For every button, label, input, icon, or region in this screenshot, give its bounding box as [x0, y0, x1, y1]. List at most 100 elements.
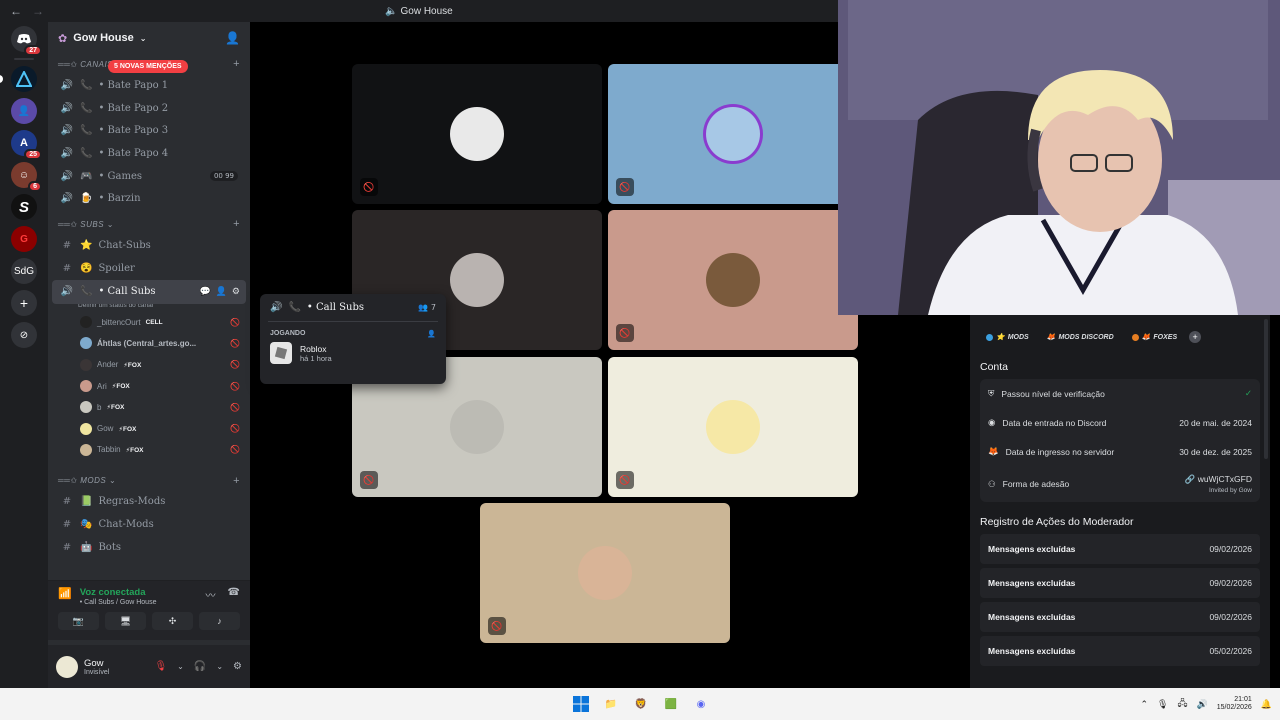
back-arrow-icon[interactable]: ← — [10, 4, 22, 18]
voice-channel-3[interactable]: 🔊 📞 • Bate Papo 3 — [48, 119, 250, 142]
voice-channel-barzin[interactable]: 🔊 🍺 • Barzin — [48, 187, 250, 210]
participant-tile[interactable]: 🚫 — [608, 210, 858, 350]
role-tag[interactable]: 🦊 MODS DISCORD — [1041, 331, 1120, 343]
microphone-icon[interactable]: 🎙 — [1157, 699, 1168, 710]
server-icon-4[interactable]: ☺ 6 — [11, 162, 42, 192]
channel-label: • Games — [98, 170, 143, 182]
voice-channel-games[interactable]: 🔊 🎮 • Games 00 99 — [48, 165, 250, 188]
gear-icon[interactable]: ⚙ — [233, 661, 242, 672]
brave-browser-button[interactable]: 🦁 — [631, 694, 651, 714]
chat-icon[interactable]: 💬 — [199, 287, 210, 297]
file-explorer-button[interactable]: 📁 — [601, 694, 621, 714]
chevron-down-icon[interactable]: ⌄ — [177, 662, 184, 671]
camera-button[interactable]: 📷 — [58, 612, 99, 630]
voice-channel-1[interactable]: 🔊 📞 • Bate Papo 1 — [48, 74, 250, 97]
server-icon-1[interactable] — [0, 66, 37, 92]
mod-log-row[interactable]: Mensagens excluídas 05/02/2026 — [980, 636, 1260, 666]
voice-user[interactable]: Áhtlas (Central_artes.go... 🚫 — [48, 333, 250, 354]
chevron-down-icon[interactable]: ⌄ — [216, 662, 223, 671]
add-channel-icon[interactable]: + — [233, 475, 240, 487]
text-channel-chat-mods[interactable]: # 🎭 Chat-Mods — [48, 513, 250, 536]
compass-icon: ⊘ — [19, 329, 29, 341]
voice-user[interactable]: Ander ⚡FOX 🚫 — [48, 354, 250, 375]
server-icon-2[interactable]: 👤 — [11, 98, 37, 124]
disconnect-icon[interactable]: ☎ — [228, 587, 240, 602]
mod-log-row[interactable]: Mensagens excluídas 09/02/2026 — [980, 602, 1260, 632]
voice-channel-4[interactable]: 🔊 📞 • Bate Papo 4 — [48, 142, 250, 165]
signal-icon[interactable]: 📶 — [58, 587, 72, 600]
phone-icon: 📞 — [80, 102, 93, 114]
voice-user[interactable]: b ⚡FOX 🚫 — [48, 397, 250, 418]
server-icon-5[interactable]: S — [11, 194, 37, 220]
row-label: Data de entrada no Discord — [1002, 417, 1107, 428]
server-icon-sdg[interactable]: SdG — [11, 258, 37, 284]
voice-status[interactable]: Voz conectada — [80, 587, 157, 598]
windows-start-button[interactable] — [571, 694, 591, 714]
add-server-button[interactable]: + — [11, 290, 37, 316]
text-channel-bots[interactable]: # 🤖 Bots — [48, 536, 250, 559]
guild-header[interactable]: ✿ Gow House ⌄ 👤 — [48, 22, 250, 54]
home-button[interactable]: 27 — [11, 26, 42, 56]
camera-off-icon: 📷 — [72, 615, 85, 626]
row-label: Passou nível de verificação — [1001, 388, 1105, 399]
add-member-icon[interactable]: 👤 — [225, 31, 240, 45]
explore-button[interactable]: ⊘ — [11, 322, 37, 348]
server-icon-3[interactable]: A 25 — [11, 130, 42, 160]
participant-tile[interactable]: 🚫 — [608, 357, 858, 497]
role-tag[interactable]: ⭐ MODS — [980, 331, 1035, 343]
speaker-icon: 🔊 — [270, 302, 283, 313]
game-duration: há 1 hora — [300, 353, 332, 363]
category-mods[interactable]: ══✩ MODS ⌄ + — [48, 471, 250, 491]
headphones-icon[interactable]: 🎧 — [194, 661, 206, 672]
avatar — [706, 253, 760, 307]
server-icon-6[interactable]: G — [11, 226, 37, 252]
new-mentions-pill[interactable]: 5 NOVAS MENÇÕES — [108, 60, 188, 73]
role-tag[interactable]: 🦊 FOXES — [1126, 331, 1183, 343]
add-channel-icon[interactable]: + — [233, 58, 240, 70]
voice-user[interactable]: _bittencOurt CELL 🚫 — [48, 312, 250, 333]
voice-user-list: _bittencOurt CELL 🚫 Áhtlas (Central_artes.… — [48, 312, 250, 461]
gear-icon[interactable]: ⚙ — [232, 287, 240, 297]
activities-button[interactable]: ✣ — [152, 612, 193, 630]
taskbar: 📁 🦁 🟩 ◉ ⌃ 🎙 🖧 🔊 21:01 15/02/2026 🔔 — [0, 688, 1280, 720]
network-icon[interactable]: 🖧 — [1177, 696, 1187, 712]
mod-log-row[interactable]: Mensagens excluídas 09/02/2026 — [980, 534, 1260, 564]
mod-log-row[interactable]: Mensagens excluídas 09/02/2026 — [980, 568, 1260, 598]
soundboard-button[interactable]: ♪ — [199, 612, 240, 630]
phone-icon: 📞 — [80, 125, 93, 137]
volume-icon[interactable]: 🔊 — [1197, 699, 1208, 710]
add-role-button[interactable]: + — [1189, 331, 1202, 343]
noise-suppression-icon[interactable]: 〰 — [206, 587, 216, 602]
minecraft-button[interactable]: 🟩 — [661, 694, 681, 714]
clock[interactable]: 21:01 15/02/2026 — [1217, 696, 1252, 713]
activity-item[interactable]: Roblox há 1 hora — [260, 342, 446, 364]
forward-arrow-icon[interactable]: → — [32, 4, 44, 18]
chevron-up-icon[interactable]: ⌃ — [1140, 699, 1148, 710]
hashtag-icon: # — [62, 519, 72, 531]
invite-code[interactable]: wuWjCTxGFD — [1198, 474, 1252, 484]
participant-tile[interactable]: 🚫 — [608, 64, 858, 204]
add-channel-icon[interactable]: + — [233, 218, 240, 230]
voice-user[interactable]: Ari ⚡FOX 🚫 — [48, 375, 250, 396]
scrollbar[interactable] — [1264, 319, 1268, 459]
voice-location[interactable]: • Call Subs / Gow House — [80, 599, 157, 606]
avatar — [80, 358, 92, 371]
voice-user[interactable]: Tabbin ⚡FOX 🚫 — [48, 439, 250, 460]
discord-taskbar-button[interactable]: ◉ — [691, 694, 711, 714]
participant-tile[interactable]: 🚫 — [352, 64, 602, 204]
text-channel-chat-subs[interactable]: # ⭐ Chat-Subs — [48, 234, 250, 257]
category-subs[interactable]: ══✩ SUBS ⌄ + — [48, 214, 250, 234]
text-channel-spoiler[interactable]: # 😵 Spoiler — [48, 257, 250, 280]
mic-muted-icon[interactable]: 🎙 — [154, 661, 167, 672]
screen-share-button[interactable]: 🖥 — [105, 612, 146, 630]
account-section-title: Conta — [980, 361, 1009, 373]
voice-channel-call-subs[interactable]: 🔊 📞 • Call Subs 💬 👤 ⚙ — [52, 279, 246, 304]
participant-tile[interactable]: 🚫 — [480, 503, 730, 643]
avatar[interactable] — [56, 655, 78, 678]
voice-user[interactable]: Gow ⚡FOX 🚫 — [48, 418, 250, 439]
discord-icon: ◉ — [988, 417, 996, 427]
notification-icon[interactable]: 🔔 — [1261, 699, 1272, 710]
voice-channel-2[interactable]: 🔊 📞 • Bate Papo 2 — [48, 97, 250, 120]
invite-icon[interactable]: 👤 — [216, 287, 227, 297]
text-channel-regras-mods[interactable]: # 📗 Regras-Mods — [48, 491, 250, 514]
